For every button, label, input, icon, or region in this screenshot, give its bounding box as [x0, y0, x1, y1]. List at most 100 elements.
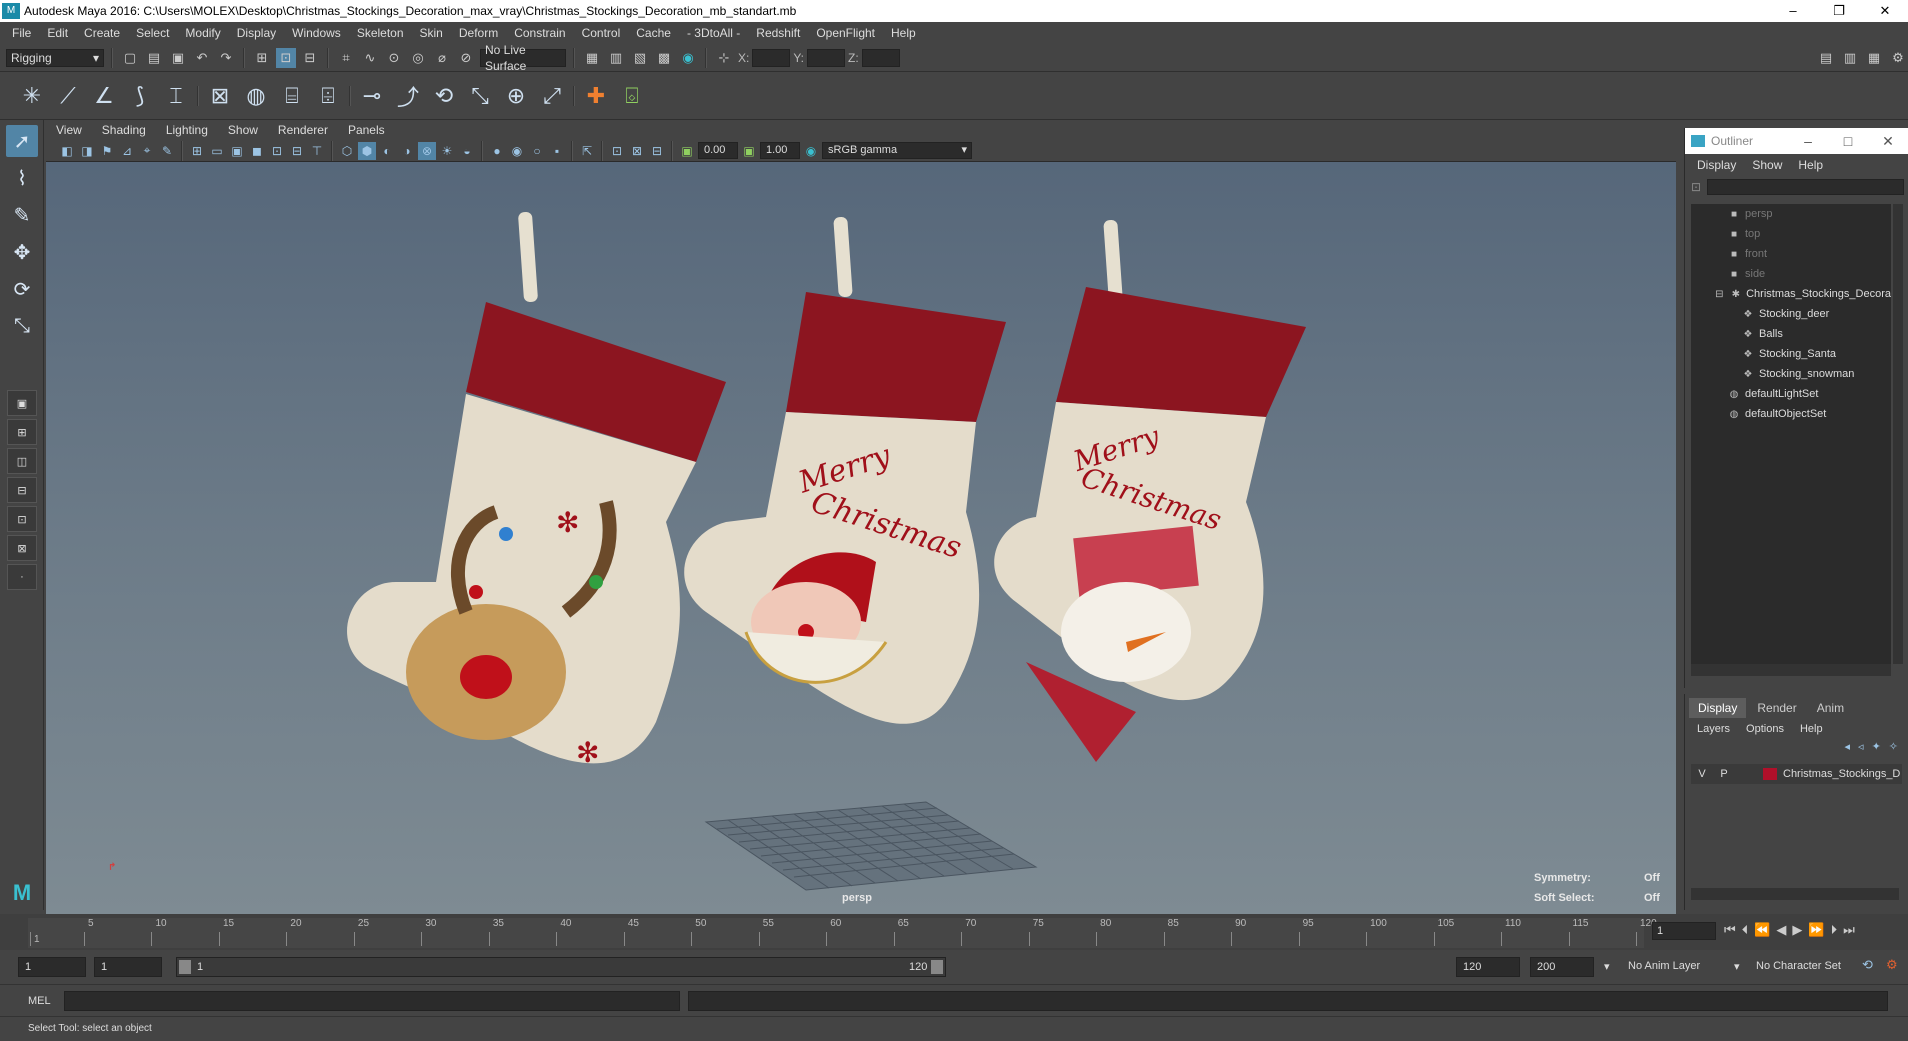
gamma-input[interactable]: 1.00	[760, 142, 800, 159]
animation-end-input[interactable]: 200	[1530, 957, 1594, 977]
menu-help[interactable]: Help	[883, 26, 924, 40]
step-forward-frame-icon[interactable]: ⏵	[1831, 922, 1838, 938]
exposure-icon[interactable]: ⊟	[648, 142, 666, 160]
outliner-item[interactable]: ◍ defaultObjectSet	[1691, 404, 1891, 424]
undo-icon[interactable]: ↶	[192, 48, 212, 68]
layer-row[interactable]: V P Christmas_Stockings_D	[1691, 764, 1902, 784]
menu-openflight[interactable]: OpenFlight	[808, 26, 883, 40]
side-by-side-icon[interactable]: ◫	[7, 448, 37, 474]
rotate-tool-icon[interactable]: ⟳	[6, 273, 38, 305]
save-scene-icon[interactable]: ▣	[168, 48, 188, 68]
persp-outliner-icon[interactable]: ⊡	[7, 506, 37, 532]
outliner-close-button[interactable]: ✕	[1868, 133, 1908, 150]
select-component-icon[interactable]: ⊟	[300, 48, 320, 68]
live-surface-field[interactable]: No Live Surface	[480, 43, 566, 73]
paint-weights-icon[interactable]: ◍	[238, 78, 274, 114]
outliner-minimize-button[interactable]: –	[1788, 133, 1828, 149]
character-set-dropdown[interactable]: No Character Set	[1756, 960, 1841, 972]
current-frame-input[interactable]: 1	[1652, 922, 1716, 940]
view-transform-dropdown[interactable]: sRGB gamma ▾	[822, 142, 972, 159]
restore-button[interactable]: ❐	[1816, 0, 1862, 22]
viewport-menu-view[interactable]: View	[46, 123, 92, 137]
2d-pan-zoom-icon[interactable]: ⌖	[138, 142, 156, 160]
outliner-horizontal-scrollbar[interactable]	[1691, 664, 1891, 676]
safe-title-icon[interactable]: ⊤	[308, 142, 326, 160]
outliner-item[interactable]: ◍ defaultLightSet	[1691, 384, 1891, 404]
viewport-menu-lighting[interactable]: Lighting	[156, 123, 218, 137]
go-to-start-icon[interactable]: ⏮	[1724, 922, 1736, 938]
menu-modify[interactable]: Modify	[177, 26, 228, 40]
frame-selected-icon[interactable]: ⊠	[628, 142, 646, 160]
locator-icon[interactable]: ⌶	[158, 78, 194, 114]
persp-viewport[interactable]: ✻ ✻ Merry Christmas Merry Christmas ↱ pe…	[46, 162, 1676, 914]
tab-anim[interactable]: Anim	[1808, 698, 1853, 718]
render-view-icon[interactable]: ◉	[678, 48, 698, 68]
gamma-toggle-icon[interactable]: ▣	[740, 142, 758, 160]
four-view-icon[interactable]: ⊞	[7, 419, 37, 445]
aim-constraint-icon[interactable]: ⤴	[390, 78, 426, 114]
make-live-icon[interactable]: ⊘	[456, 48, 476, 68]
tool-settings-icon[interactable]: ⚙	[1888, 48, 1908, 68]
preferences-icon[interactable]: ⚙	[1886, 957, 1898, 973]
y-input[interactable]	[807, 48, 846, 67]
animation-start-input[interactable]: 1	[18, 957, 86, 977]
outliner-item[interactable]: ❖ Stocking_snowman	[1691, 364, 1891, 384]
outliner-item[interactable]: ■ front	[1691, 244, 1891, 264]
bookmark-icon[interactable]: ⚑	[98, 142, 116, 160]
scale-tool-icon[interactable]: ⤡	[6, 310, 38, 342]
layer-menu-help[interactable]: Help	[1792, 723, 1831, 735]
snap-curve-icon[interactable]: ∿	[360, 48, 380, 68]
viewport-menu-panels[interactable]: Panels	[338, 123, 395, 137]
menu-deform[interactable]: Deform	[451, 26, 506, 40]
gate-mask-icon[interactable]: ◼	[248, 142, 266, 160]
set-driven-key-icon[interactable]: ⌺	[614, 78, 650, 114]
cluster-icon[interactable]: ⌹	[310, 78, 346, 114]
snap-grid-icon[interactable]: ⌗	[336, 48, 356, 68]
range-slider[interactable]: 1 120	[176, 957, 946, 977]
use-lights-icon[interactable]: ☀	[438, 142, 456, 160]
point-constraint-icon[interactable]: ⊸	[354, 78, 390, 114]
depth-of-field-icon[interactable]: ▪	[548, 142, 566, 160]
minimize-button[interactable]: –	[1770, 0, 1816, 22]
isolate-select-icon[interactable]: ⇱	[578, 142, 596, 160]
new-layer-selected-icon[interactable]: ✧	[1889, 740, 1898, 760]
outliner-layout-icon[interactable]: ⊠	[7, 535, 37, 561]
range-end-handle[interactable]	[931, 960, 943, 974]
frame-all-icon[interactable]: ⊡	[608, 142, 626, 160]
viewport-menu-shading[interactable]: Shading	[92, 123, 156, 137]
color-management-icon[interactable]: ◉	[802, 142, 820, 160]
outliner-search-input[interactable]	[1707, 179, 1904, 195]
move-tool-icon[interactable]: ✥	[6, 236, 38, 268]
layer-menu-layers[interactable]: Layers	[1689, 723, 1738, 735]
scale-constraint-icon[interactable]: ⤡	[462, 78, 498, 114]
menu-create[interactable]: Create	[76, 26, 128, 40]
modeling-toolkit-icon[interactable]: ▤	[1816, 48, 1836, 68]
new-scene-icon[interactable]: ▢	[120, 48, 140, 68]
menu-skin[interactable]: Skin	[412, 26, 451, 40]
step-back-frame-icon[interactable]: ⏴	[1742, 922, 1749, 938]
step-forward-key-icon[interactable]: ⏩	[1808, 922, 1824, 938]
snap-point-icon[interactable]: ⊙	[384, 48, 404, 68]
outliner-item[interactable]: ❖ Stocking_Santa	[1691, 344, 1891, 364]
shadows-icon[interactable]: ◒	[458, 142, 476, 160]
ik-handle-icon[interactable]: ∠	[86, 78, 122, 114]
anim-layer-dropdown[interactable]: No Anim Layer	[1628, 960, 1700, 972]
hypershade-icon[interactable]: ▩	[654, 48, 674, 68]
move-layer-up-icon[interactable]: ◂	[1845, 740, 1851, 760]
menu-windows[interactable]: Windows	[284, 26, 349, 40]
viewport-menu-renderer[interactable]: Renderer	[268, 123, 338, 137]
outliner-item[interactable]: ❖ Stocking_deer	[1691, 304, 1891, 324]
outliner-menu-help[interactable]: Help	[1790, 158, 1831, 172]
menu-3dtoall[interactable]: - 3DtoAll -	[679, 26, 748, 40]
joint-tool-icon[interactable]: ✳	[14, 78, 50, 114]
menu-display[interactable]: Display	[229, 26, 284, 40]
field-chart-icon[interactable]: ⊡	[268, 142, 286, 160]
render-settings-icon[interactable]: ▧	[630, 48, 650, 68]
bind-skin-icon[interactable]: ⊠	[202, 78, 238, 114]
exposure-input[interactable]: 0.00	[698, 142, 738, 159]
play-forward-icon[interactable]: ▶	[1792, 922, 1802, 938]
move-layer-down-icon[interactable]: ◃	[1858, 740, 1864, 760]
filter-icon[interactable]: ⊡	[1691, 180, 1701, 194]
menu-select[interactable]: Select	[128, 26, 177, 40]
channel-box-icon[interactable]: ▦	[1864, 48, 1884, 68]
